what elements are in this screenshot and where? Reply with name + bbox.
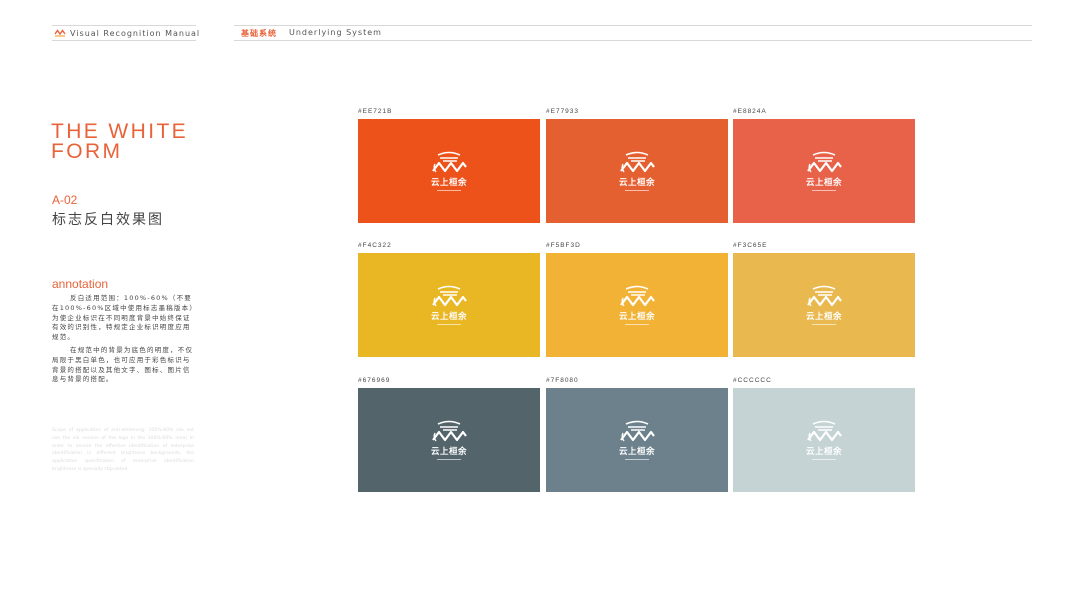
brand-logo-reversed: 云上桓余 (802, 149, 846, 193)
logo-text: 云上桓余 (618, 312, 655, 322)
logo-text: 云上桓余 (805, 178, 842, 188)
logo-mark-icon (432, 420, 467, 442)
logo-text: 云上桓余 (430, 447, 467, 457)
logo-mark-icon (807, 285, 842, 307)
swatch-label: #E8824A (733, 108, 767, 115)
swatch-label: #F3C65E (733, 242, 768, 249)
header-divider-left-top (52, 25, 196, 26)
brand: Visual Recognition Manual (54, 28, 200, 38)
color-swatch: 云上桓余 (733, 388, 915, 492)
brand-logo-reversed: 云上桓余 (802, 418, 846, 462)
color-swatch: 云上桓余 (546, 253, 728, 357)
logo-underline (812, 459, 836, 460)
color-swatch: 云上桓余 (358, 388, 540, 492)
brand-logo-icon (54, 29, 66, 37)
logo-mark-icon (620, 285, 655, 307)
logo-text: 云上桓余 (430, 178, 467, 188)
logo-underline (437, 324, 461, 325)
logo-mark-icon (807, 420, 842, 442)
page-subtitle: 标志反白效果图 (52, 212, 164, 228)
logo-underline (812, 190, 836, 191)
color-swatch: 云上桓余 (358, 253, 540, 357)
swatch-label: #676969 (358, 377, 391, 384)
color-swatch: 云上桓余 (733, 253, 915, 357)
header-divider-left-bottom (52, 40, 196, 41)
brand-logo-reversed: 云上桓余 (615, 418, 659, 462)
brand-title: Visual Recognition Manual (70, 28, 201, 38)
logo-text: 云上桓余 (618, 447, 655, 457)
brand-logo-reversed: 云上桓余 (802, 283, 846, 327)
header-divider-right-bottom (234, 40, 1032, 41)
page-title: THE WHITE FORM (51, 120, 189, 163)
logo-text: 云上桓余 (805, 447, 842, 457)
logo-text: 云上桓余 (805, 312, 842, 322)
logo-mark-icon (620, 420, 655, 442)
logo-mark-icon (807, 151, 842, 173)
color-swatch: 云上桓余 (358, 119, 540, 223)
section-label-cn: 基础系统 (241, 29, 277, 38)
brand-logo-reversed: 云上桓余 (615, 283, 659, 327)
logo-underline (625, 324, 649, 325)
page-code: A-02 (52, 193, 78, 207)
swatch-label: #F4C322 (358, 242, 392, 249)
logo-text: 云上桓余 (430, 312, 467, 322)
swatch-label: #CCCCCC (733, 377, 772, 384)
logo-underline (625, 190, 649, 191)
brand-logo-reversed: 云上桓余 (427, 418, 471, 462)
header-divider-right-top (234, 25, 1032, 26)
annotation-paragraph-1: 反白适用范围：100%-60%（不要在100%-60%区域中使用标志墨稿版本）为… (52, 294, 194, 342)
section-nav: 基础系统 Underlying System (241, 28, 382, 39)
color-swatch: 云上桓余 (546, 388, 728, 492)
logo-mark-icon (620, 151, 655, 173)
swatch-label: #E77933 (546, 108, 580, 115)
brand-logo-reversed: 云上桓余 (427, 149, 471, 193)
annotation-paragraph-2: 在规范中的背景为底色的明度，不仅局限于黑白单色，也可应用于彩色标识与背景的搭配以… (52, 346, 194, 384)
logo-underline (437, 190, 461, 191)
logo-text: 云上桓余 (618, 178, 655, 188)
logo-mark-icon (432, 285, 467, 307)
color-swatch: 云上桓余 (546, 119, 728, 223)
logo-underline (812, 324, 836, 325)
logo-underline (625, 459, 649, 460)
swatch-label: #7F8080 (546, 377, 579, 384)
annotation-heading: annotation (52, 277, 109, 291)
swatch-label: #EE721B (358, 108, 393, 115)
logo-mark-icon (432, 151, 467, 173)
section-label-en: Underlying System (289, 28, 382, 37)
color-swatch: 云上桓余 (733, 119, 915, 223)
swatch-label: #F5BF3D (546, 242, 581, 249)
logo-underline (437, 459, 461, 460)
brand-logo-reversed: 云上桓余 (615, 149, 659, 193)
brand-logo-reversed: 云上桓余 (427, 283, 471, 327)
annotation-english: Scope of application of anti-whitening: … (52, 428, 194, 472)
